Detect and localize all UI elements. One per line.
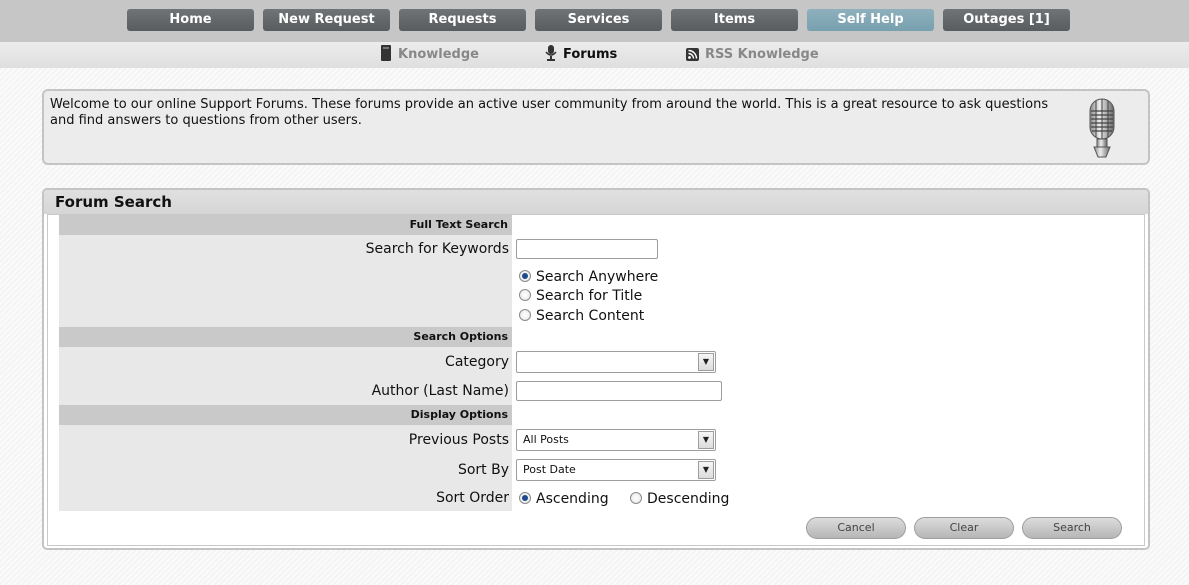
nav-new-request-button[interactable]: New Request bbox=[263, 9, 390, 31]
panel-title: Forum Search bbox=[55, 193, 172, 211]
author-input[interactable] bbox=[516, 381, 722, 401]
radio-label: Search Content bbox=[536, 308, 645, 324]
radio-label: Ascending bbox=[536, 491, 609, 507]
radio-ascending[interactable]: Ascending bbox=[519, 491, 609, 507]
clear-button[interactable]: Clear bbox=[914, 517, 1014, 539]
radio-button[interactable] bbox=[519, 289, 531, 301]
sort-order-label: Sort Order bbox=[436, 490, 509, 506]
subnav-forums[interactable]: Forums bbox=[545, 45, 617, 65]
nav-outages-button[interactable]: Outages [1] bbox=[943, 9, 1070, 31]
radio-descending[interactable]: Descending bbox=[630, 491, 729, 507]
rss-icon bbox=[686, 48, 699, 68]
microphone-icon bbox=[1082, 97, 1122, 163]
section-display-options: Display Options bbox=[59, 405, 512, 425]
subnav-knowledge-label: Knowledge bbox=[398, 47, 479, 62]
chevron-down-icon[interactable]: ▼ bbox=[698, 431, 714, 449]
sub-nav-bar: Knowledge Forums RSS Knowledge bbox=[0, 42, 1189, 68]
nav-home-button[interactable]: Home bbox=[127, 9, 254, 31]
previous-posts-label: Previous Posts bbox=[408, 432, 509, 448]
subnav-knowledge[interactable]: Knowledge bbox=[380, 45, 479, 65]
sort-by-select[interactable]: Post Date ▼ bbox=[516, 459, 716, 481]
category-select[interactable]: ▼ bbox=[516, 351, 716, 373]
top-nav-bar: Home New Request Requests Services Items… bbox=[0, 0, 1189, 42]
search-button[interactable]: Search bbox=[1022, 517, 1122, 539]
radio-label: Descending bbox=[647, 491, 730, 507]
radio-search-anywhere[interactable]: Search Anywhere bbox=[519, 269, 658, 285]
radio-button[interactable] bbox=[630, 492, 642, 504]
radio-search-title[interactable]: Search for Title bbox=[519, 288, 642, 304]
keywords-label: Search for Keywords bbox=[365, 241, 509, 257]
chevron-down-icon[interactable]: ▼ bbox=[698, 461, 714, 479]
radio-button[interactable] bbox=[519, 492, 531, 504]
welcome-box: Welcome to our online Support Forums. Th… bbox=[42, 89, 1150, 165]
sort-by-value: Post Date bbox=[523, 463, 576, 476]
nav-self-help-button[interactable]: Self Help bbox=[807, 9, 934, 31]
microphone-icon bbox=[545, 45, 557, 68]
panel-header: Forum Search bbox=[44, 190, 1148, 214]
chevron-down-icon[interactable]: ▼ bbox=[698, 353, 714, 371]
radio-label: Search Anywhere bbox=[536, 269, 659, 285]
category-label: Category bbox=[445, 354, 509, 370]
radio-button[interactable] bbox=[519, 309, 531, 321]
previous-posts-select[interactable]: All Posts ▼ bbox=[516, 429, 716, 451]
cancel-button[interactable]: Cancel bbox=[806, 517, 906, 539]
radio-button[interactable] bbox=[519, 270, 531, 282]
section-search-options: Search Options bbox=[59, 327, 512, 347]
nav-services-button[interactable]: Services bbox=[535, 9, 662, 31]
book-icon bbox=[380, 45, 392, 68]
radio-label: Search for Title bbox=[536, 288, 643, 304]
nav-requests-button[interactable]: Requests bbox=[399, 9, 526, 31]
subnav-rss-knowledge[interactable]: RSS Knowledge bbox=[686, 45, 819, 65]
radio-search-content[interactable]: Search Content bbox=[519, 308, 644, 324]
sort-by-label: Sort By bbox=[457, 462, 509, 478]
section-full-text-search: Full Text Search bbox=[59, 215, 512, 235]
subnav-rss-label: RSS Knowledge bbox=[705, 47, 819, 62]
author-label: Author (Last Name) bbox=[371, 383, 509, 399]
previous-posts-value: All Posts bbox=[523, 433, 569, 446]
welcome-text: Welcome to our online Support Forums. Th… bbox=[50, 97, 1049, 128]
nav-items-button[interactable]: Items bbox=[671, 9, 798, 31]
keywords-input[interactable] bbox=[516, 239, 658, 259]
subnav-forums-label: Forums bbox=[563, 47, 618, 62]
